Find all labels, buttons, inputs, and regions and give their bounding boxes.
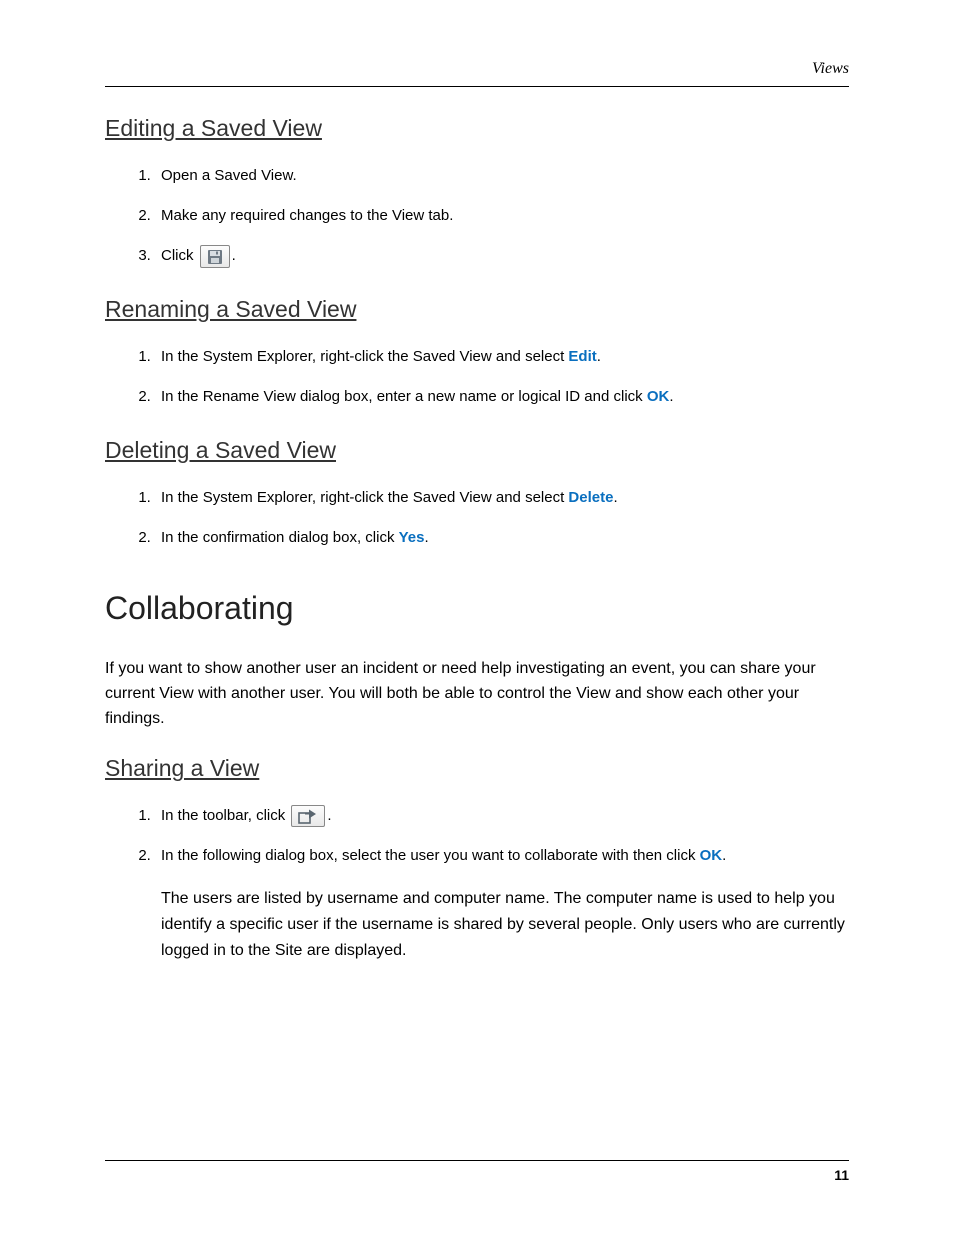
- step-text: .: [232, 247, 236, 264]
- heading-sharing-a-view: Sharing a View: [105, 755, 849, 782]
- steps-deleting: In the System Explorer, right-click the …: [105, 486, 849, 550]
- save-icon-button: [200, 245, 230, 268]
- step-text: In the toolbar, click: [161, 807, 289, 824]
- step-item: In the Rename View dialog box, enter a n…: [155, 385, 849, 409]
- step-text: In the Rename View dialog box, enter a n…: [161, 388, 647, 405]
- footer-rule: [105, 1160, 849, 1161]
- steps-sharing: In the toolbar, click . In the following…: [105, 804, 849, 963]
- step-note: The users are listed by username and com…: [161, 886, 849, 963]
- step-text: .: [425, 529, 429, 546]
- action-ok: OK: [647, 388, 670, 405]
- step-text: .: [327, 807, 331, 824]
- page-number: 11: [105, 1167, 849, 1183]
- step-text: .: [669, 388, 673, 405]
- heading-collaborating: Collaborating: [105, 590, 849, 627]
- step-text: Click: [161, 247, 198, 264]
- step-item: In the following dialog box, select the …: [155, 844, 849, 963]
- step-item: Make any required changes to the View ta…: [155, 204, 849, 228]
- step-text: .: [613, 489, 617, 506]
- action-ok: OK: [700, 847, 723, 864]
- action-edit: Edit: [568, 348, 596, 365]
- steps-editing: Open a Saved View. Make any required cha…: [105, 164, 849, 268]
- step-item: In the System Explorer, right-click the …: [155, 345, 849, 369]
- step-text: .: [722, 847, 726, 864]
- step-item: Click .: [155, 244, 849, 268]
- heading-deleting-saved-view: Deleting a Saved View: [105, 437, 849, 464]
- document-page: Views Editing a Saved View Open a Saved …: [0, 0, 954, 1235]
- step-item: Open a Saved View.: [155, 164, 849, 188]
- step-item: In the toolbar, click .: [155, 804, 849, 828]
- step-text: In the confirmation dialog box, click: [161, 529, 399, 546]
- share-icon-button: [291, 805, 325, 827]
- step-text: In the following dialog box, select the …: [161, 847, 700, 864]
- heading-editing-saved-view: Editing a Saved View: [105, 115, 849, 142]
- step-item: In the confirmation dialog box, click Ye…: [155, 526, 849, 550]
- paragraph-collaborating-intro: If you want to show another user an inci…: [105, 657, 849, 731]
- steps-renaming: In the System Explorer, right-click the …: [105, 345, 849, 409]
- step-text: .: [597, 348, 601, 365]
- page-footer: 11: [105, 1160, 849, 1183]
- step-text: In the System Explorer, right-click the …: [161, 489, 568, 506]
- floppy-disk-icon: [207, 249, 223, 265]
- step-item: In the System Explorer, right-click the …: [155, 486, 849, 510]
- step-text: In the System Explorer, right-click the …: [161, 348, 568, 365]
- heading-renaming-saved-view: Renaming a Saved View: [105, 296, 849, 323]
- action-yes: Yes: [399, 529, 425, 546]
- share-arrow-icon: [298, 809, 318, 824]
- running-header: Views: [105, 60, 849, 78]
- action-delete: Delete: [568, 489, 613, 506]
- header-rule: [105, 86, 849, 87]
